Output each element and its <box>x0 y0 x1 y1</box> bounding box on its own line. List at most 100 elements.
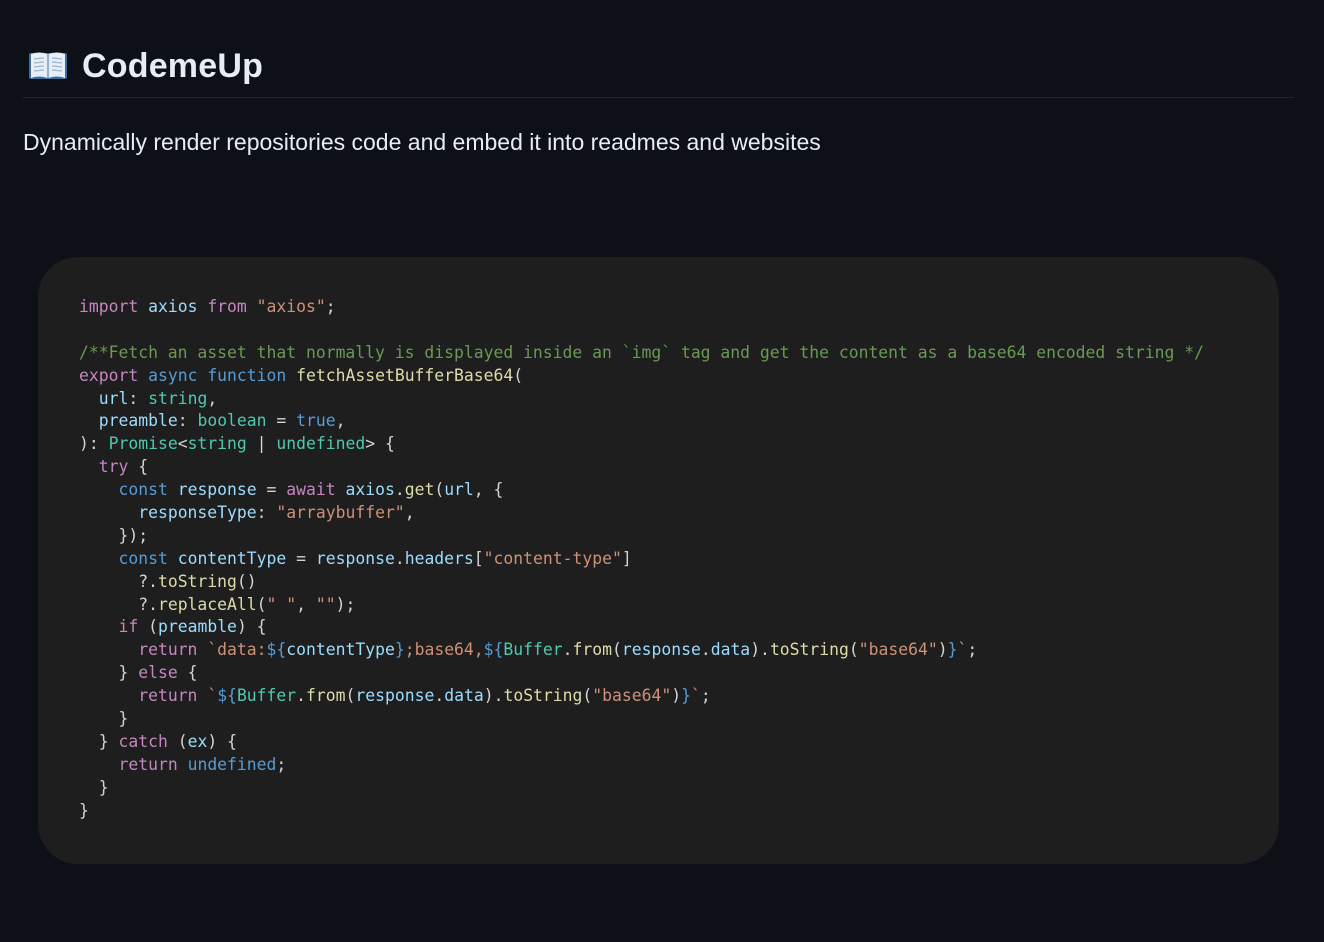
code-token: data <box>444 686 484 706</box>
page-header: CodemeUp <box>23 40 1294 98</box>
code-token: response <box>315 548 395 568</box>
code-token: from <box>572 640 612 660</box>
code-token: < <box>177 434 188 454</box>
code-token: catch <box>118 731 168 751</box>
code-token: ;base64, <box>404 640 484 660</box>
code-token: { <box>128 457 149 477</box>
code-token: ( <box>434 480 445 500</box>
code-token: "content-type" <box>483 548 622 568</box>
code-token: : <box>256 503 277 523</box>
code-line: return `${Buffer.from(response.data).toS… <box>79 685 1279 708</box>
code-token: ) <box>937 640 948 660</box>
code-token: url <box>444 480 474 500</box>
code-line: return `data:${contentType};base64,${Buf… <box>79 639 1279 662</box>
code-token: Buffer <box>503 640 563 660</box>
code-token: ( <box>345 686 356 706</box>
code-token: string <box>148 388 208 408</box>
code-line: } catch (ex) { <box>79 731 1279 754</box>
code-token: : <box>177 411 198 431</box>
code-token: const <box>118 480 168 500</box>
code-line: if (preamble) { <box>79 616 1279 639</box>
code-token: ?. <box>79 571 158 591</box>
code-token: response <box>177 480 257 500</box>
code-token: ${ <box>483 640 504 660</box>
code-token: = <box>286 548 316 568</box>
code-token: responseType <box>138 503 257 523</box>
code-token: } <box>79 731 119 751</box>
code-token: return <box>118 754 178 774</box>
code-token: true <box>296 411 336 431</box>
code-token: import <box>79 297 139 316</box>
code-token: , { <box>473 480 504 500</box>
code-line: } <box>79 777 1279 800</box>
code-token: headers <box>404 548 474 568</box>
code-line: return undefined; <box>79 754 1279 777</box>
code-token: "base64" <box>858 640 938 660</box>
code-token: function <box>207 365 287 385</box>
code-token: , <box>404 503 415 523</box>
code-token: axios <box>345 480 395 500</box>
code-token: } <box>681 686 691 706</box>
code-token: ` <box>207 686 218 706</box>
code-token: preamble <box>157 617 237 637</box>
code-token: } <box>79 709 129 729</box>
code-token: ). <box>483 686 504 706</box>
code-token: ; <box>276 754 287 774</box>
code-token: ). <box>750 640 770 660</box>
code-token: undefined <box>276 434 366 454</box>
code-token: . <box>394 480 405 500</box>
code-token: " " <box>266 594 297 614</box>
code-token: `data: <box>207 640 267 660</box>
code-token: ?. <box>79 594 158 614</box>
code-token: return <box>138 686 198 706</box>
code-line: ?.replaceAll(" ", ""); <box>79 594 1279 617</box>
code-token: try <box>98 457 129 477</box>
code-token: , <box>296 594 316 614</box>
code-token: const <box>118 548 168 568</box>
code-token: } <box>79 800 89 820</box>
code-token: . <box>296 686 307 706</box>
code-token: undefined <box>187 754 277 774</box>
code-token: contentType <box>286 640 395 660</box>
code-token: ( <box>167 731 188 751</box>
code-token: boolean <box>197 411 267 431</box>
code-line: responseType: "arraybuffer", <box>79 502 1279 525</box>
code-line: ): Promise<string | undefined> { <box>79 433 1279 456</box>
code-line: ?.toString() <box>79 571 1279 594</box>
code-token: ex <box>187 731 208 751</box>
code-content: import axios from "axios"; /**Fetch an as… <box>79 296 1279 822</box>
code-token: "" <box>315 594 336 614</box>
code-token: = <box>266 411 297 431</box>
code-token: Buffer <box>236 686 297 706</box>
code-token: toString <box>769 640 849 660</box>
code-token: } <box>79 663 139 683</box>
code-token: ( <box>138 617 158 637</box>
code-token: () <box>236 571 257 591</box>
code-token: string <box>187 434 247 454</box>
code-token: else <box>138 663 178 683</box>
code-line: }); <box>79 525 1279 548</box>
code-token: if <box>118 617 139 637</box>
code-token: ${ <box>217 686 237 706</box>
code-token: ) { <box>207 731 237 751</box>
code-line: } <box>79 800 1279 823</box>
code-token: . <box>700 640 711 660</box>
code-token: fetchAssetBufferBase64 <box>296 365 514 385</box>
code-token: } <box>394 640 405 660</box>
code-token: Promise <box>108 434 178 454</box>
code-token: from <box>306 686 346 706</box>
code-token: . <box>434 686 445 706</box>
code-line: const response = await axios.get(url, { <box>79 479 1279 502</box>
